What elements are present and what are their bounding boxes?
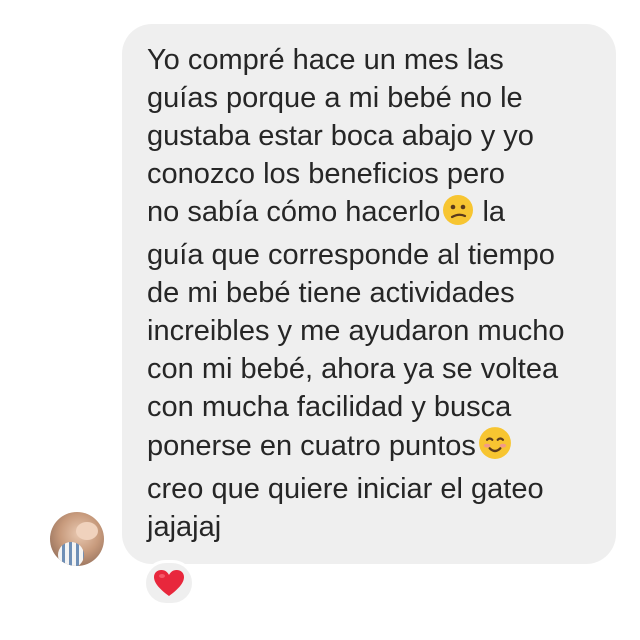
message-line: con mi bebé, ahora ya se voltea xyxy=(147,353,559,385)
message-line: con mucha facilidad y busca xyxy=(147,391,512,423)
message-line: conozco los beneficios pero xyxy=(147,158,505,190)
heart-reaction[interactable] xyxy=(143,560,195,606)
message-line-part: no sabía cómo hacerlo xyxy=(147,196,441,228)
message-line: de mi bebé tiene actividades xyxy=(147,277,515,309)
message-line: jajajaj xyxy=(147,511,222,543)
avatar-photo-detail xyxy=(76,522,98,540)
message-line: gustaba estar boca abajo y yo xyxy=(147,120,534,152)
message-line-part: ponerse en cuatro puntos xyxy=(147,430,476,462)
avatar[interactable] xyxy=(50,512,104,566)
heart-icon xyxy=(154,569,184,596)
message-line: Yo compré hace un mes las xyxy=(147,44,504,76)
message-line: creo que quiere iniciar el gateo xyxy=(147,473,544,505)
confused-face-emoji xyxy=(442,194,474,236)
avatar-photo-detail xyxy=(58,542,84,566)
smiling-face-emoji xyxy=(478,426,512,470)
message-line-with-emoji: no sabía cómo hacerlo la xyxy=(147,193,564,236)
message-line-part: la xyxy=(474,196,506,228)
message-line: guía que corresponde al tiempo xyxy=(147,239,555,271)
message-text: Yo compré hace un mes las guías porque a… xyxy=(147,41,564,546)
message-line-with-emoji: ponerse en cuatro puntos xyxy=(147,426,564,470)
message-line: increibles y me ayudaron mucho xyxy=(147,315,565,347)
message-line: guías porque a mi bebé no le xyxy=(147,82,523,114)
